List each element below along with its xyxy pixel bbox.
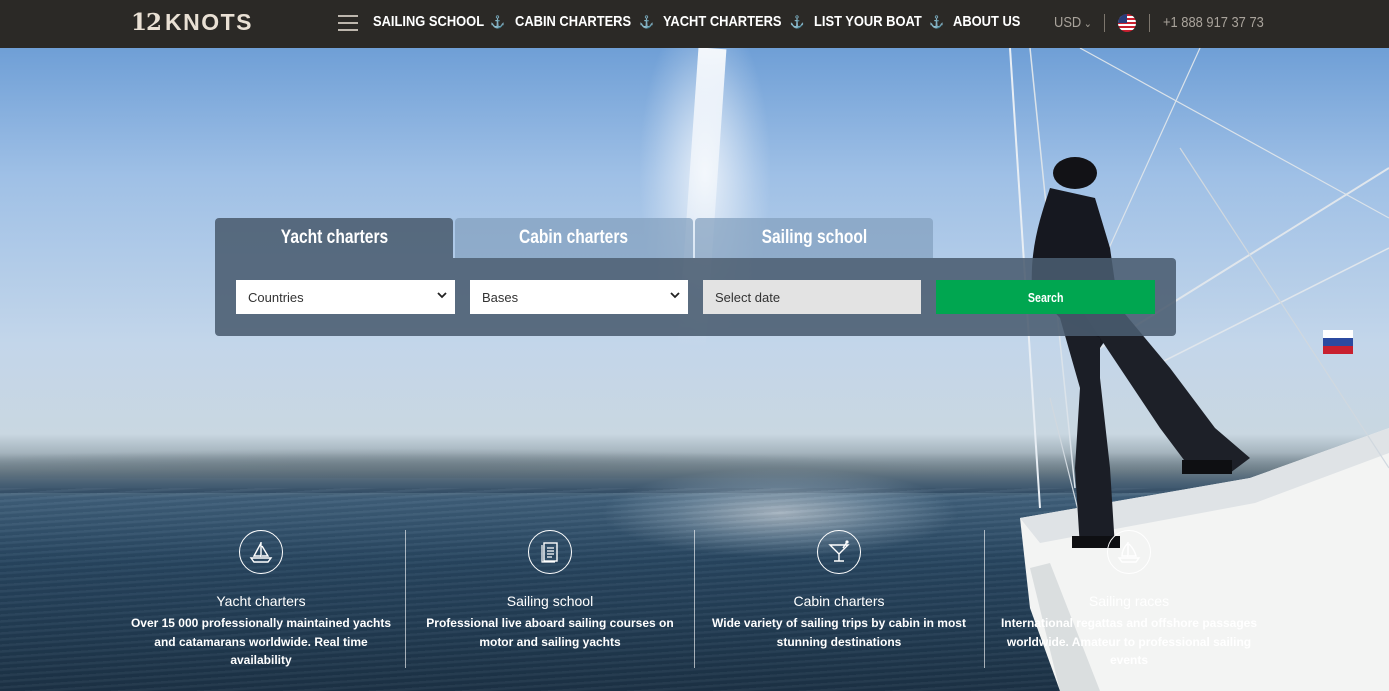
currency-selector[interactable]: USD ⌄	[1054, 14, 1092, 31]
chevron-down-icon	[670, 292, 680, 299]
search-tabs: Yacht charters Cabin charters Sailing sc…	[215, 218, 935, 258]
book-icon	[528, 530, 572, 574]
header-divider	[1104, 14, 1105, 32]
anchor-separator-icon: ⚓	[789, 14, 805, 29]
anchor-separator-icon: ⚓	[490, 14, 506, 29]
phone-number[interactable]: +1 888 917 37 73	[1163, 14, 1264, 31]
countries-select[interactable]: Countries	[236, 280, 455, 314]
search-panel: Countries Bases Select date Search	[215, 258, 1176, 336]
nav-about-us[interactable]: ABOUT US	[953, 13, 1020, 30]
cocktail-icon	[817, 530, 861, 574]
site-logo[interactable]: 12 KNOTS	[131, 9, 253, 36]
tab-sailing-school[interactable]: Sailing school	[695, 218, 933, 258]
race-boat-icon	[1107, 530, 1151, 574]
nav-cabin-charters[interactable]: CABIN CHARTERS	[515, 13, 631, 30]
tab-cabin-charters[interactable]: Cabin charters	[455, 218, 693, 258]
chevron-down-icon	[437, 292, 447, 299]
nav-yacht-charters[interactable]: YACHT CHARTERS	[663, 13, 782, 30]
hero-background: Yacht charters Cabin charters Sailing sc…	[0, 48, 1389, 691]
menu-hamburger-icon[interactable]	[338, 15, 358, 31]
features-row: Yacht charters Over 15 000 professionall…	[116, 528, 1274, 668]
search-button[interactable]: Search	[936, 280, 1155, 314]
feature-sailing-school[interactable]: Sailing school Professional live aboard …	[405, 528, 695, 668]
nav-list-your-boat[interactable]: LIST YOUR BOAT	[814, 13, 922, 30]
feature-cabin-charters[interactable]: Cabin charters Wide variety of sailing t…	[694, 528, 984, 668]
chevron-down-icon: ⌄	[1083, 18, 1092, 30]
header-divider	[1149, 14, 1150, 32]
date-picker-input[interactable]: Select date	[703, 280, 921, 314]
nav-sailing-school[interactable]: SAILING SCHOOL	[373, 13, 484, 30]
top-navbar: 12 KNOTS SAILING SCHOOL ⚓ CABIN CHARTERS …	[0, 0, 1389, 48]
us-flag-icon[interactable]	[1118, 14, 1136, 32]
tab-yacht-charters[interactable]: Yacht charters	[215, 218, 453, 258]
feature-yacht-charters[interactable]: Yacht charters Over 15 000 professionall…	[116, 528, 406, 668]
feature-sailing-races[interactable]: Sailing races International regattas and…	[984, 528, 1274, 668]
sailboat-icon	[239, 530, 283, 574]
anchor-separator-icon: ⚓	[929, 14, 945, 29]
main-nav: SAILING SCHOOL ⚓ CABIN CHARTERS ⚓ YACHT …	[373, 13, 1031, 30]
bases-select[interactable]: Bases	[470, 280, 688, 314]
anchor-separator-icon: ⚓	[639, 14, 655, 29]
